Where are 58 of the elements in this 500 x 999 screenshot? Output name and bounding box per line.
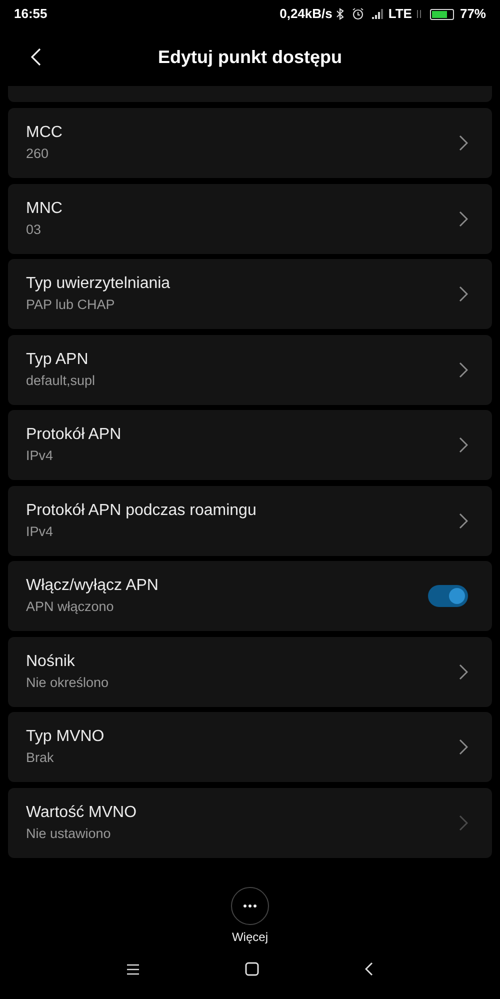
alarm-icon [352, 8, 364, 20]
setting-title: MNC [26, 198, 64, 218]
setting-value: IPv4 [26, 522, 54, 540]
setting-title: Typ uwierzytelniania [26, 274, 172, 294]
more-icon [243, 904, 257, 908]
menu-icon [127, 964, 139, 974]
back-icon [365, 962, 373, 976]
setting-value: APN włączono [26, 598, 115, 616]
chevron-icon [458, 739, 468, 755]
setting-value: 03 [26, 220, 42, 238]
setting-title: Nośnik [26, 652, 76, 672]
setting-row[interactable]: MCC 260 [8, 108, 492, 178]
setting-value: Nie ustawiono [26, 824, 112, 842]
setting-value: Brak [26, 749, 55, 767]
setting-title: Protokół APN podczas roamingu [26, 500, 258, 520]
setting-row[interactable]: Typ APN default,supl [8, 334, 492, 404]
network-type: LTE [388, 5, 412, 24]
square-icon [245, 962, 259, 976]
setting-title: Włącz/wyłącz APN [26, 576, 160, 596]
signal-icon [372, 9, 384, 19]
toggle-switch[interactable] [428, 585, 468, 607]
setting-row[interactable]: Protokół APN IPv4 [8, 410, 492, 480]
setting-value: 260 [26, 145, 50, 163]
chevron-icon [458, 286, 468, 302]
menu-button[interactable] [127, 964, 139, 974]
home-button[interactable] [245, 962, 259, 976]
setting-value: Nie określono [26, 674, 110, 692]
page-title: Edytuj punkt dostępu [158, 46, 342, 69]
setting-title: Protokół APN [26, 425, 122, 445]
setting-row[interactable]: Nośnik Nie określono [8, 636, 492, 706]
setting-value: IPv4 [26, 447, 54, 465]
more-label: Więcej [232, 928, 268, 946]
setting-title: Wartość MVNO [26, 802, 138, 822]
clock: 16:55 [14, 5, 48, 24]
setting-title: Typ MVNO [26, 727, 106, 747]
setting-row[interactable]: MNC 03 [8, 184, 492, 254]
network-speed: 0,24kB/s [280, 5, 332, 24]
setting-row[interactable]: Protokół APN podczas roamingu IPv4 [8, 486, 492, 556]
setting-row[interactable]: Typ MVNO Brak [8, 712, 492, 782]
chevron-icon [458, 512, 468, 528]
chevron-icon [458, 437, 468, 453]
bluetooth-icon [336, 8, 344, 20]
back-nav-button[interactable] [365, 962, 373, 976]
chevron-icon [458, 362, 468, 378]
battery-percent: 77% [460, 5, 486, 24]
chevron-icon [458, 135, 468, 151]
setting-row[interactable]: Włącz/wyłącz APN APN włączono [8, 561, 492, 631]
chevron-icon [458, 664, 468, 680]
setting-row[interactable]: Typ uwierzytelniania PAP lub CHAP [8, 259, 492, 329]
battery-icon [430, 8, 454, 20]
setting-title: MCC [26, 123, 64, 143]
chevron-icon [458, 814, 468, 830]
setting-value: PAP lub CHAP [26, 296, 116, 314]
chevron-icon [458, 210, 468, 226]
back-icon [31, 48, 41, 66]
setting-value: default,supl [26, 372, 96, 390]
data-arrows-icon [416, 9, 422, 19]
setting-title: Typ APN [26, 350, 90, 370]
